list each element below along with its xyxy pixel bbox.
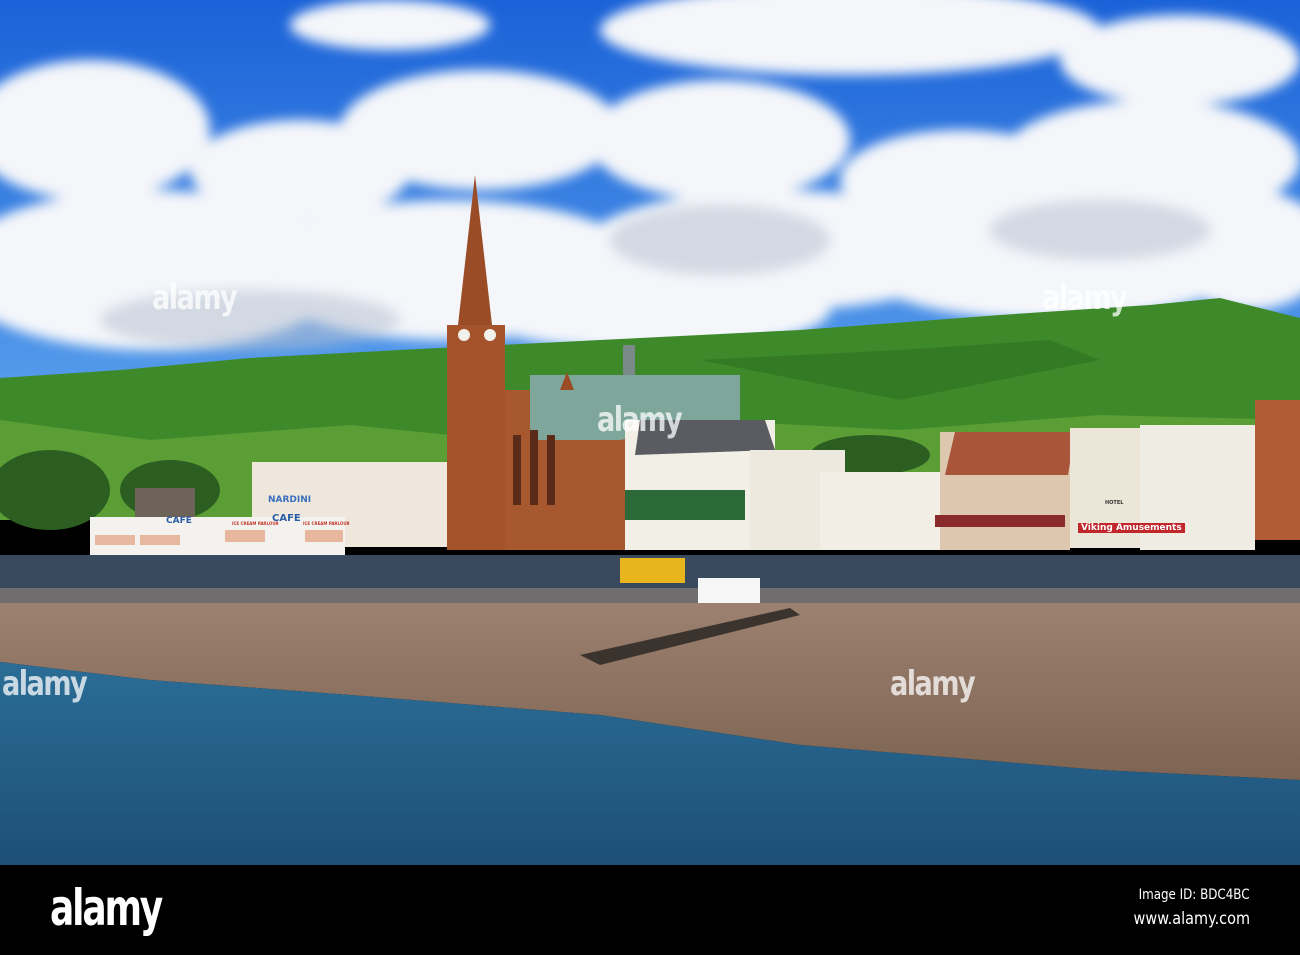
- watermark-5: alamy: [890, 664, 976, 704]
- watermark-4: alamy: [2, 664, 88, 704]
- image-id: Image ID: BDC4BC: [1139, 887, 1250, 903]
- ice-cream-sign-1: ICE CREAM PARLOUR: [232, 521, 279, 526]
- viking-amusements-sign: Viking Amusements: [1078, 523, 1185, 533]
- nardini-sign: NARDINI: [268, 495, 312, 505]
- watermark-3: alamy: [597, 400, 683, 440]
- watermark-2: alamy: [1042, 278, 1128, 318]
- hotel-sign: HOTEL: [1105, 500, 1124, 506]
- alamy-logo: alamy: [50, 879, 163, 937]
- watermark-1: alamy: [152, 278, 238, 318]
- photo-scene: NARDINI CAFE CAFE ICE CREAM PARLOUR ICE …: [0, 0, 1300, 955]
- footer-bar: alamy Image ID: BDC4BC www.alamy.com: [0, 865, 1300, 955]
- website-url: www.alamy.com: [1133, 909, 1250, 929]
- ice-cream-sign-2: ICE CREAM PARLOUR: [303, 521, 350, 526]
- cafe-sign-left: CAFE: [166, 516, 192, 526]
